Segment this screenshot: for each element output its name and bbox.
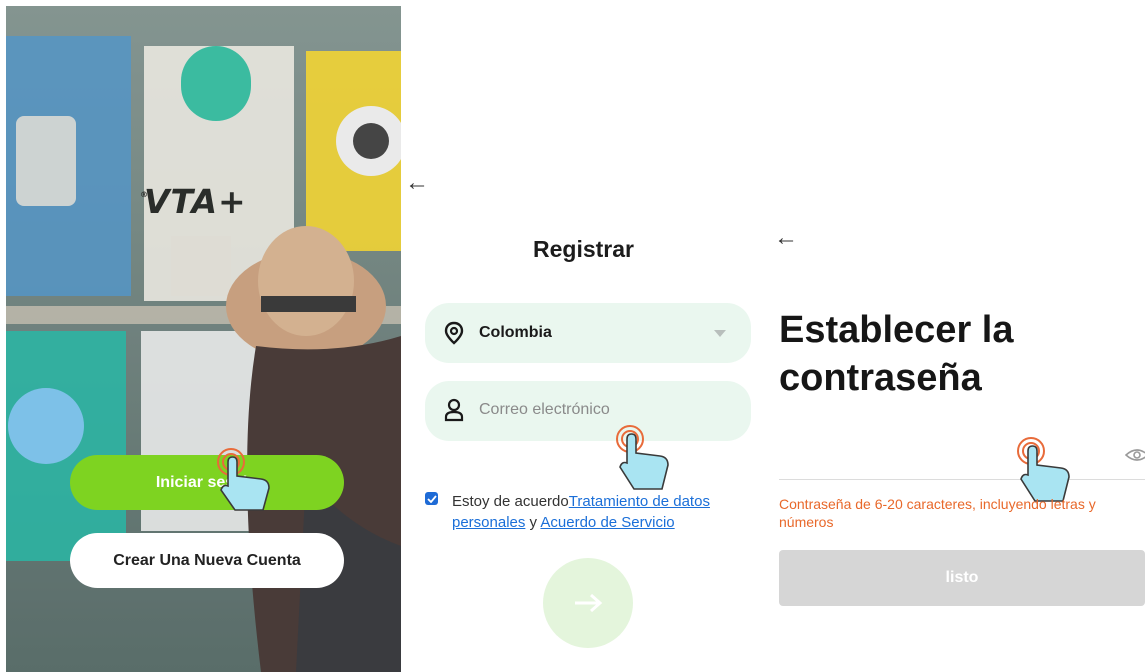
location-pin-icon xyxy=(444,321,464,345)
done-button-label: listo xyxy=(945,569,979,586)
password-underline xyxy=(779,479,1145,480)
agreement-label: Estoy de acuerdo xyxy=(452,493,569,510)
welcome-screen: ® VTA+ Iniciar sesión Crear Una Nueva Cu… xyxy=(6,6,401,672)
registered-mark: ® xyxy=(140,190,149,199)
done-button[interactable]: listo xyxy=(779,550,1145,606)
country-value: Colombia xyxy=(479,324,552,341)
next-button[interactable] xyxy=(543,558,633,648)
tap-hand-icon xyxy=(217,448,270,511)
checkbox-checked-icon xyxy=(426,494,437,503)
set-password-title: Establecer la contraseña xyxy=(779,309,1014,399)
brand-logo: ® VTA+ xyxy=(140,182,247,221)
tap-hand-icon xyxy=(616,425,669,490)
back-arrow-icon[interactable]: ← xyxy=(405,171,429,195)
email-placeholder: Correo electrónico xyxy=(479,401,610,418)
login-button[interactable]: Iniciar sesión xyxy=(70,455,344,510)
password-input[interactable] xyxy=(779,436,1145,480)
email-field[interactable]: Correo electrónico xyxy=(425,381,751,441)
agreement-checkbox[interactable] xyxy=(425,492,438,505)
password-hint: Contraseña de 6-20 caracteres, incluyend… xyxy=(779,496,1096,530)
country-selector[interactable]: Colombia xyxy=(425,303,751,363)
service-agreement-link[interactable]: Acuerdo de Servicio xyxy=(540,514,674,531)
agreement-text: Estoy de acuerdoTratamiento de datos per… xyxy=(452,491,742,533)
create-account-button[interactable]: Crear Una Nueva Cuenta xyxy=(70,533,344,588)
agreement-connector: y xyxy=(525,514,541,531)
user-icon xyxy=(444,398,464,422)
register-title: Registrar xyxy=(533,236,634,262)
create-account-button-label: Crear Una Nueva Cuenta xyxy=(113,551,301,569)
back-arrow-icon[interactable]: ← xyxy=(774,226,798,250)
brand-logo-text: VTA+ xyxy=(144,182,247,221)
chevron-down-icon xyxy=(714,330,726,337)
eye-icon[interactable] xyxy=(1125,447,1145,463)
arrow-right-icon xyxy=(575,593,603,613)
